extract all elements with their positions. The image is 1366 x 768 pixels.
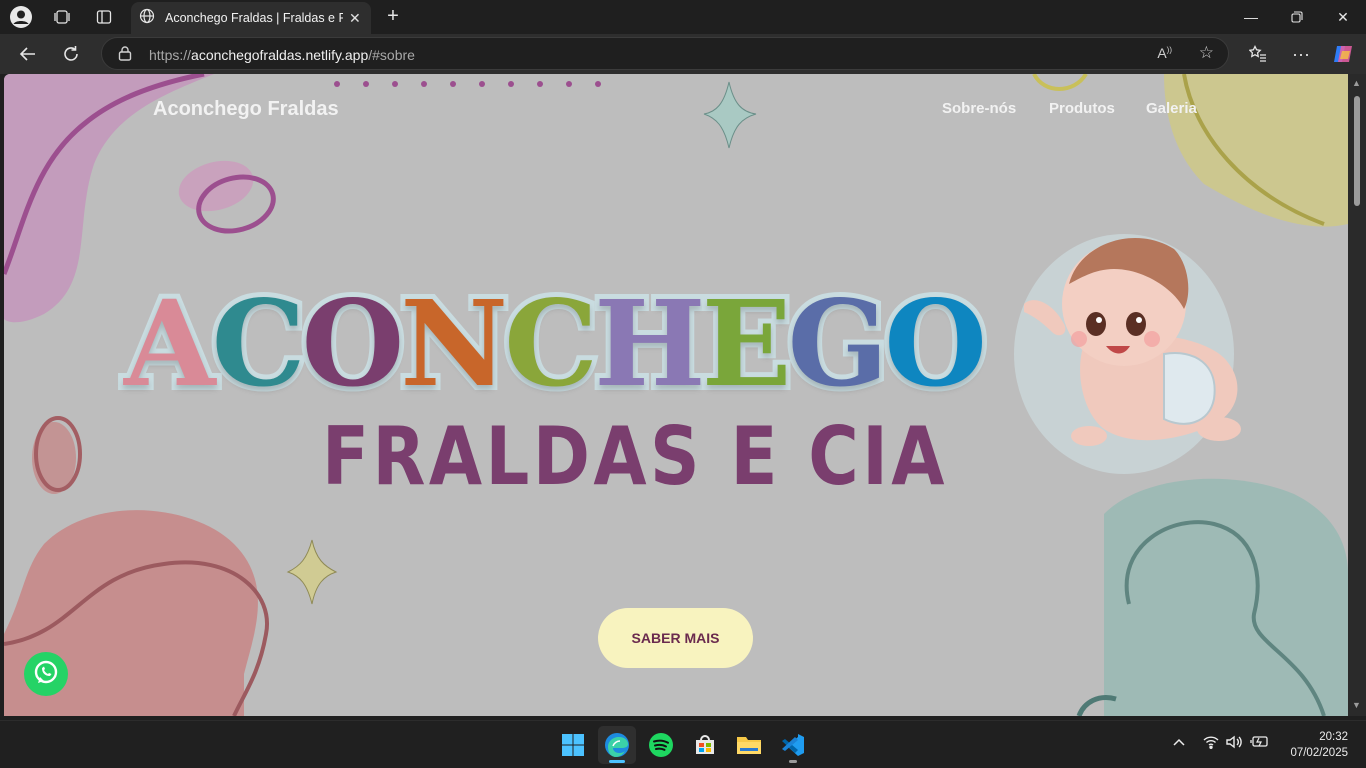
- active-indicator: [609, 760, 625, 763]
- favorite-star-icon[interactable]: ☆: [1199, 43, 1214, 63]
- scroll-down-icon[interactable]: ▼: [1352, 700, 1361, 710]
- tab-actions-icon[interactable]: [91, 5, 117, 29]
- nav-produtos[interactable]: Produtos: [1049, 100, 1115, 117]
- wifi-icon[interactable]: [1203, 735, 1219, 752]
- url-scheme: https://: [149, 47, 192, 63]
- hero-letter: O: [879, 269, 992, 418]
- scroll-up-icon[interactable]: ▲: [1352, 78, 1361, 88]
- hero-logo-word: ACONCHEGO: [119, 269, 992, 418]
- hero-letter: H: [589, 269, 710, 418]
- url-path: /#sobre: [368, 47, 415, 63]
- store-taskbar-icon[interactable]: [686, 726, 724, 764]
- whatsapp-button[interactable]: [24, 652, 68, 696]
- restore-button[interactable]: [1274, 0, 1320, 34]
- back-button[interactable]: [14, 41, 42, 67]
- lock-icon[interactable]: [118, 46, 132, 64]
- page-scrollbar[interactable]: ▲ ▼: [1348, 74, 1366, 716]
- read-aloud-icon[interactable]: A)): [1157, 45, 1172, 61]
- hero-letter: C: [499, 269, 603, 418]
- clock-date: 07/02/2025: [1290, 747, 1348, 759]
- address-bar[interactable]: https://aconchegofraldas.netlify.app/#so…: [101, 37, 1229, 70]
- spotify-taskbar-icon[interactable]: [642, 726, 680, 764]
- hero-subtitle: FRALDAS E CIA: [322, 410, 948, 503]
- url-text[interactable]: https://aconchegofraldas.netlify.app/#so…: [149, 47, 415, 63]
- clock-time: 20:32: [1319, 731, 1348, 743]
- saber-mais-button[interactable]: SABER MAIS: [598, 608, 753, 668]
- volume-icon[interactable]: [1226, 735, 1242, 752]
- tray-overflow-icon[interactable]: [1172, 735, 1186, 752]
- active-tab[interactable]: Aconchego Fraldas | Fraldas e Pro ✕: [131, 2, 371, 34]
- page-viewport: Aconchego Fraldas Sobre-nós Produtos Gal…: [4, 74, 1348, 716]
- hero-letter: C: [207, 269, 311, 418]
- favorites-icon[interactable]: [1244, 41, 1272, 67]
- running-indicator: [789, 760, 797, 763]
- more-menu-icon[interactable]: ···: [1287, 41, 1315, 67]
- minimize-button[interactable]: —: [1228, 0, 1274, 34]
- scroll-thumb[interactable]: [1354, 96, 1360, 206]
- hero-letter: N: [395, 269, 513, 418]
- workspaces-icon[interactable]: [49, 5, 75, 29]
- system-clock[interactable]: 20:32 07/02/2025: [1276, 729, 1348, 761]
- globe-icon: [139, 8, 155, 29]
- refresh-button[interactable]: [57, 41, 85, 67]
- close-tab-icon[interactable]: ✕: [349, 10, 361, 27]
- battery-icon[interactable]: [1250, 735, 1270, 752]
- browser-tab-bar: Aconchego Fraldas | Fraldas e Pro ✕ + — …: [0, 0, 1366, 34]
- edge-taskbar-icon[interactable]: [598, 726, 636, 764]
- url-host: aconchegofraldas.netlify.app: [191, 47, 369, 63]
- close-window-button[interactable]: ✕: [1320, 0, 1366, 34]
- profile-icon[interactable]: [8, 5, 34, 29]
- start-button[interactable]: [554, 726, 592, 764]
- nav-sobre-nos[interactable]: Sobre-nós: [942, 100, 1016, 117]
- copilot-icon[interactable]: [1329, 41, 1357, 67]
- new-tab-button[interactable]: +: [382, 6, 404, 28]
- hero-letter: A: [119, 269, 220, 418]
- hero-letter: G: [783, 269, 894, 418]
- windows-taskbar: 20:32 07/02/2025: [0, 720, 1366, 768]
- browser-toolbar: https://aconchegofraldas.netlify.app/#so…: [0, 34, 1366, 74]
- nav-galeria[interactable]: Galeria: [1146, 100, 1197, 117]
- hero-letter: O: [296, 269, 409, 418]
- hero-letter: E: [697, 269, 797, 418]
- whatsapp-icon: [31, 657, 61, 692]
- vscode-taskbar-icon[interactable]: [774, 726, 812, 764]
- file-explorer-taskbar-icon[interactable]: [730, 726, 768, 764]
- tab-title: Aconchego Fraldas | Fraldas e Pro: [165, 11, 343, 25]
- site-brand[interactable]: Aconchego Fraldas: [153, 98, 339, 121]
- baby-illustration: [1014, 234, 1241, 474]
